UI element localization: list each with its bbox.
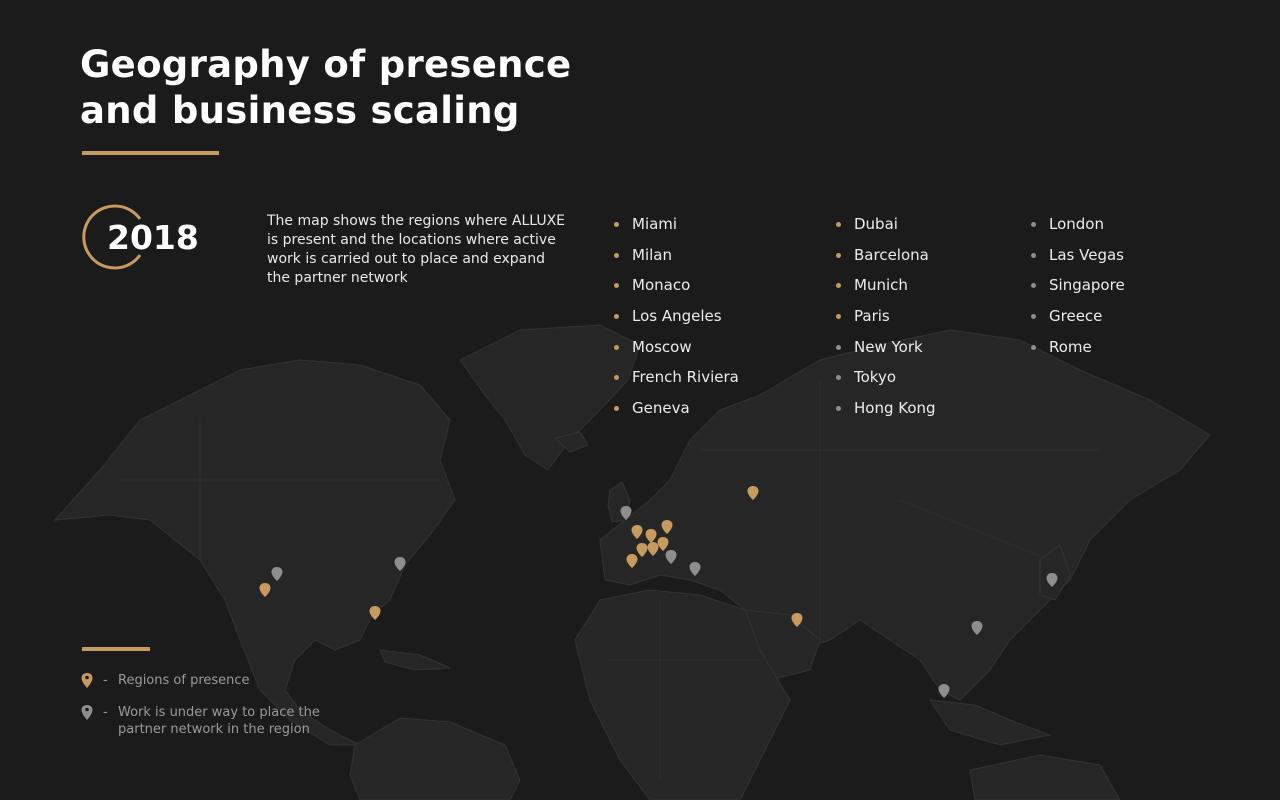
presence-dot-icon <box>836 283 841 289</box>
city-name: Paris <box>854 307 890 326</box>
city-name: Moscow <box>632 337 692 356</box>
city-name: Geneva <box>632 399 690 418</box>
planned-dot-icon <box>1031 222 1036 227</box>
map-pin-icon <box>81 705 93 720</box>
city-list-item: Monaco <box>614 275 739 306</box>
title-underline <box>82 151 219 155</box>
city-list-item: French Riviera <box>614 367 739 398</box>
south-america-landmass <box>349 717 521 800</box>
city-name: Rome <box>1049 337 1092 356</box>
title-line-1: Geography of presence <box>80 43 572 86</box>
city-name: Munich <box>854 276 908 295</box>
map-pin-icon <box>938 684 950 698</box>
city-list-item: Miami <box>614 214 739 245</box>
city-name: Las Vegas <box>1049 245 1124 264</box>
presence-dot-icon <box>614 283 619 289</box>
presence-dot-icon <box>614 344 619 350</box>
planned-dot-icon <box>1031 283 1036 289</box>
city-list-column-3: London Las Vegas Singapore Greece Rome <box>1031 214 1125 367</box>
city-name: Tokyo <box>854 368 896 387</box>
city-name: New York <box>854 337 923 356</box>
city-name: Milan <box>632 245 672 264</box>
city-list-item: Geneva <box>614 398 739 429</box>
presence-dot-icon <box>836 252 841 258</box>
title-line-2: and business scaling <box>80 89 520 132</box>
city-list-item: Rome <box>1031 337 1125 368</box>
planned-dot-icon <box>836 406 841 412</box>
greenland-landmass <box>459 324 641 471</box>
city-list-item: Greece <box>1031 306 1125 337</box>
planned-dot-icon <box>836 375 841 381</box>
city-name: Greece <box>1049 307 1103 326</box>
presence-dot-icon <box>836 222 841 227</box>
city-list-item: Barcelona <box>836 245 936 276</box>
legend-presence: - Regions of presence <box>80 672 360 692</box>
planned-dot-icon <box>1031 314 1036 320</box>
city-list-column-2: Dubai Barcelona Munich Paris New York Tokyo Ho… <box>836 214 936 429</box>
legend-planned-label: Work is under way to place the partner n… <box>118 705 320 737</box>
legend-presence-label: Regions of presence <box>118 673 250 688</box>
planned-dot-icon <box>1031 252 1036 258</box>
city-name: London <box>1049 215 1104 233</box>
australia-landmass <box>969 754 1121 800</box>
legend-dash: - <box>103 705 108 720</box>
city-list-item: Las Vegas <box>1031 245 1125 276</box>
city-list-item: New York <box>836 337 936 368</box>
city-list-item: Munich <box>836 275 936 306</box>
presence-dot-icon <box>614 314 619 320</box>
city-list-column-1: Miami Milan Monaco Los Angeles Moscow French … <box>614 214 739 429</box>
city-list-item: Hong Kong <box>836 398 936 429</box>
city-name: Barcelona <box>854 245 929 264</box>
planned-dot-icon <box>836 344 841 350</box>
city-name: French Riviera <box>632 368 739 387</box>
legend-divider <box>82 647 150 651</box>
legend-planned: - Work is under way to place the partner… <box>80 704 360 744</box>
presence-dot-icon <box>614 406 619 412</box>
se-asia-islands <box>928 699 1052 746</box>
city-name: Dubai <box>854 215 898 233</box>
city-list-item: Dubai <box>836 214 936 245</box>
map-pin-icon <box>81 673 93 688</box>
year-label: 2018 <box>107 218 199 257</box>
presence-dot-icon <box>614 222 619 227</box>
legend-dash: - <box>103 673 108 688</box>
city-list-item: Singapore <box>1031 275 1125 306</box>
page-title: Geography of presence and business scalin… <box>80 42 571 134</box>
presence-dot-icon <box>836 314 841 320</box>
caribbean-islands <box>379 649 451 671</box>
map-description: The map shows the regions where ALLUXE i… <box>267 213 566 286</box>
city-name: Los Angeles <box>632 307 722 326</box>
city-name: Singapore <box>1049 276 1125 295</box>
city-name: Miami <box>632 215 678 233</box>
city-list-item: Tokyo <box>836 367 936 398</box>
presence-dot-icon <box>614 252 619 258</box>
city-list-item: Los Angeles <box>614 306 739 337</box>
city-list-item: Paris <box>836 306 936 337</box>
planned-dot-icon <box>1031 344 1036 350</box>
city-list-item: Moscow <box>614 337 739 368</box>
presence-dot-icon <box>614 375 619 381</box>
city-list-item: London <box>1031 214 1125 245</box>
city-name: Hong Kong <box>854 399 936 418</box>
city-list-item: Milan <box>614 245 739 276</box>
city-name: Monaco <box>632 276 691 295</box>
